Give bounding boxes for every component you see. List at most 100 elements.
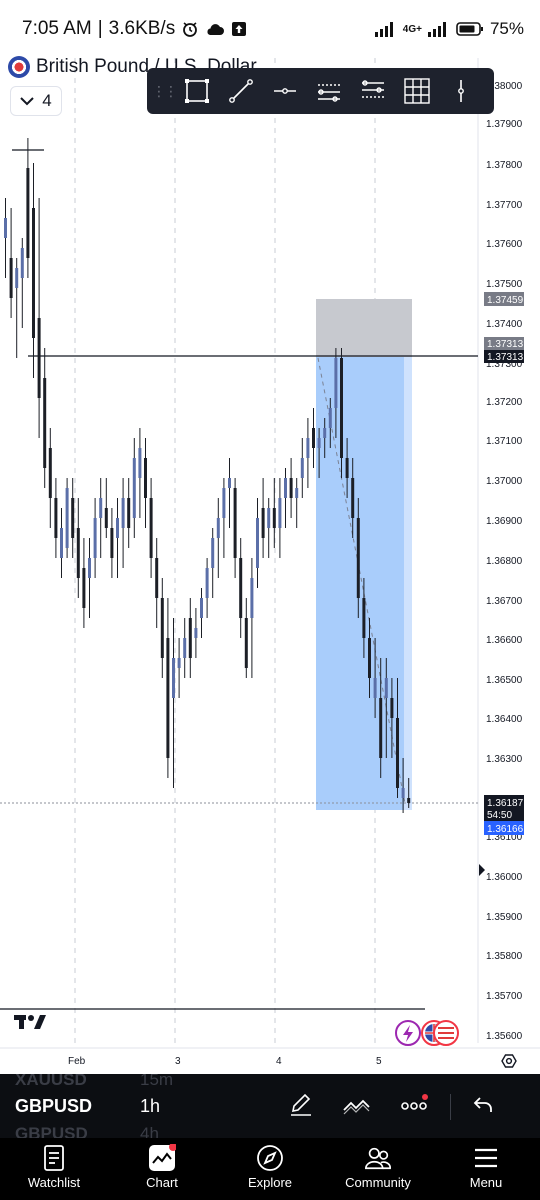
ticker-symbol[interactable]: GBPUSD	[15, 1096, 92, 1117]
price-chart[interactable]: 1.380001.379001.378001.377001.376001.375…	[0, 58, 540, 1074]
candle-body	[334, 358, 338, 408]
candle-body	[160, 598, 164, 658]
chevron-down-icon	[20, 91, 34, 111]
price-axis-label: 1.36700	[486, 596, 523, 607]
price-axis-label: 1.37000	[486, 476, 523, 487]
candle-body	[244, 618, 248, 668]
price-axis-label: 1.37600	[486, 239, 523, 250]
gbp-flag-icon	[8, 56, 30, 78]
candle-body	[379, 698, 383, 758]
status-bar: 7:05 AM | 3.6KB/s 4G+ 75%	[0, 0, 540, 58]
candle-body	[20, 248, 24, 278]
upload-icon	[231, 21, 247, 37]
candle-body	[351, 478, 355, 518]
undo-button[interactable]	[468, 1092, 498, 1122]
candle-body	[396, 718, 399, 788]
price-axis-label: 1.37100	[486, 436, 523, 447]
undo-icon	[471, 1093, 495, 1122]
price-axis-label: 1.36600	[486, 635, 523, 646]
time-label-5: 5	[376, 1056, 382, 1067]
candle-body	[82, 568, 86, 608]
nav-chart[interactable]: Chart	[108, 1138, 216, 1200]
trend-line-tool-icon[interactable]	[219, 69, 263, 113]
nav-community-label: Community	[345, 1175, 411, 1190]
drag-handle-icon[interactable]: ⋮⋮	[152, 83, 178, 100]
rectangle-tool-icon[interactable]	[175, 69, 219, 113]
candle-body	[328, 408, 332, 428]
badge-last: 1.36187	[487, 798, 524, 809]
price-axis-label: 1.36900	[486, 516, 523, 527]
price-axis-label: 1.36500	[486, 675, 523, 686]
candle-body	[278, 498, 282, 528]
vertical-line-tool-icon[interactable]	[439, 69, 483, 113]
candle-body	[15, 268, 19, 288]
short-position-tool-icon[interactable]	[351, 69, 395, 113]
currency-flags-icon[interactable]	[421, 1020, 459, 1046]
prev-symbol[interactable]: XAUUSD	[15, 1074, 87, 1090]
price-axis[interactable]: 1.380001.379001.378001.377001.376001.375…	[486, 81, 523, 1042]
candle-body	[144, 458, 147, 498]
battery-level: 75%	[489, 19, 524, 38]
long-position-tool-icon[interactable]	[307, 69, 351, 113]
candle-body	[194, 628, 198, 638]
price-axis-label: 1.37200	[486, 397, 523, 408]
candle-body	[256, 518, 259, 568]
intervals-toggle-button[interactable]: 4	[10, 86, 62, 116]
prev-timeframe[interactable]: 15m	[140, 1074, 173, 1090]
indicators-icon	[342, 1092, 372, 1123]
next-symbol[interactable]: GBPUSD	[15, 1124, 88, 1138]
grid-tool-icon[interactable]	[395, 69, 439, 113]
candle-body	[407, 798, 411, 803]
candle-body	[65, 488, 69, 548]
candle-body	[228, 478, 231, 488]
time-axis[interactable]: Feb 3 4 5	[68, 1056, 382, 1067]
tradingview-logo-icon	[14, 1015, 46, 1029]
badge-mid-b: 1.37313	[487, 352, 524, 363]
candle-body	[233, 488, 237, 558]
ticker-strip[interactable]: XAUUSD 15m GBPUSD 1h GBPUSD 4h	[0, 1074, 540, 1138]
candle-body	[26, 168, 30, 258]
drawing-toolbar[interactable]: ⋮⋮	[147, 68, 494, 114]
candle-body	[284, 478, 287, 498]
chart-settings-icon[interactable]	[501, 1054, 517, 1068]
candle-body	[216, 518, 220, 538]
candle-body	[88, 558, 91, 578]
nav-community[interactable]: Community	[324, 1138, 432, 1200]
nav-watchlist[interactable]: Watchlist	[0, 1138, 108, 1200]
more-options-button[interactable]	[400, 1092, 430, 1122]
menu-icon	[472, 1144, 500, 1172]
candle-body	[4, 218, 7, 238]
candle-body	[32, 208, 35, 338]
stop-loss-zone[interactable]	[316, 299, 412, 357]
ticker-timeframe[interactable]: 1h	[140, 1096, 160, 1117]
candle-body	[127, 498, 131, 528]
community-icon	[364, 1144, 392, 1172]
pencil-icon	[288, 1092, 314, 1123]
battery-icon	[456, 21, 484, 37]
candle-body	[267, 508, 271, 528]
bottom-nav[interactable]: Watchlist Chart Explore Community Menu	[0, 1138, 540, 1200]
price-axis-label: 1.37800	[486, 160, 523, 171]
horizontal-line-tool-icon[interactable]	[263, 69, 307, 113]
watchlist-icon	[40, 1144, 68, 1172]
candle-body	[9, 258, 13, 298]
nav-explore[interactable]: Explore	[216, 1138, 324, 1200]
alarm-icon	[181, 20, 199, 38]
next-timeframe[interactable]: 4h	[140, 1124, 159, 1138]
drawing-tools-button[interactable]	[286, 1092, 316, 1122]
candle-body	[368, 638, 371, 678]
candle-body	[356, 518, 360, 598]
candle-body	[149, 498, 153, 558]
chart-area[interactable]: 1.38000 1.37900 1.37800 1.37700 1.37600 1.375…	[0, 58, 540, 1074]
candle-body	[373, 678, 377, 698]
candle-body	[155, 558, 159, 598]
lightning-icon[interactable]	[395, 1020, 421, 1046]
price-axis-label: 1.36400	[486, 714, 523, 725]
candle-body	[261, 508, 265, 538]
scroll-right-icon[interactable]	[479, 864, 485, 876]
candle-body	[401, 788, 405, 798]
nav-menu[interactable]: Menu	[432, 1138, 540, 1200]
price-axis-label: 1.37900	[486, 119, 523, 130]
candle-body	[172, 658, 175, 698]
indicators-button[interactable]	[342, 1092, 372, 1122]
